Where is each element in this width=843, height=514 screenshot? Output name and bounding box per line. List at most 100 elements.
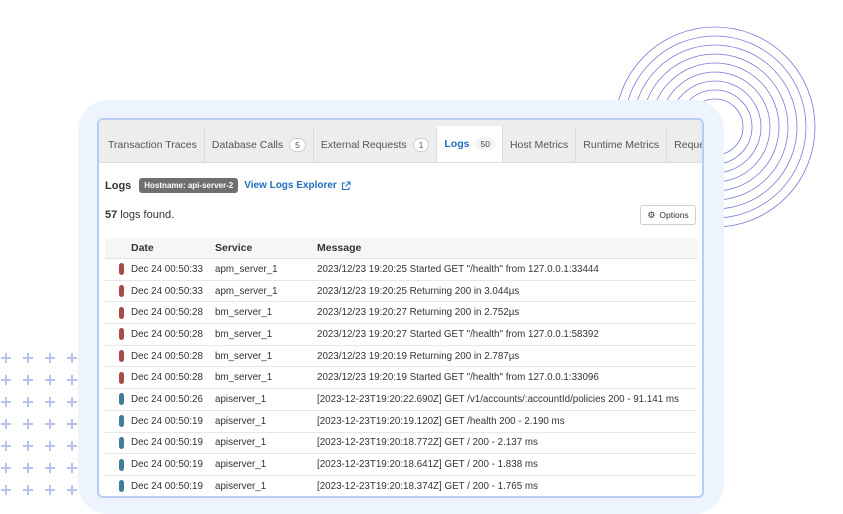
tab-external-requests[interactable]: External Requests 1	[314, 128, 438, 162]
tab-host-metrics[interactable]: Host Metrics	[503, 128, 577, 162]
decorative-plus	[67, 485, 77, 495]
decorative-plus	[1, 397, 11, 407]
table-row[interactable]: Dec 24 00:50:33 apm_server_1 2023/12/23 19…	[105, 281, 697, 303]
logs-table-header: Date Service Message	[105, 238, 697, 259]
column-header-message[interactable]: Message	[317, 242, 697, 254]
log-date: Dec 24 00:50:19	[131, 415, 203, 427]
tab-count-badge: 1	[412, 138, 430, 152]
log-message: 2023/12/23 19:20:25 Started GET "/health…	[317, 263, 599, 275]
table-row[interactable]: Dec 24 00:50:28 bm_server_1 2023/12/23 19:…	[105, 367, 697, 390]
table-row[interactable]: Dec 24 00:50:26 apiserver_1 [2023-12-23T19…	[105, 389, 697, 411]
decorative-plus	[45, 463, 55, 473]
tab-label: External Requests	[320, 139, 407, 151]
log-level-indicator	[118, 480, 124, 493]
tab-logs[interactable]: Logs 50	[437, 126, 503, 162]
tab-runtime-metrics[interactable]: Runtime Metrics	[576, 128, 668, 162]
decorative-plus	[1, 353, 11, 363]
log-level-indicator	[118, 393, 124, 406]
tab-label: Runtime Metrics	[583, 139, 660, 151]
log-message: [2023-12-23T19:20:19.120Z] GET /health 2…	[317, 415, 565, 427]
hostname-badge: Hostname: api-server-2	[139, 178, 239, 193]
log-level-indicator	[118, 436, 124, 449]
decorative-plus	[23, 485, 33, 495]
column-header-date[interactable]: Date	[131, 242, 215, 254]
log-level-indicator	[118, 458, 124, 471]
tab-count-badge: 5	[289, 138, 306, 152]
view-logs-explorer-link[interactable]: View Logs Explorer	[244, 180, 351, 191]
logs-count: 57 logs found.	[105, 209, 174, 221]
decorative-plus	[45, 441, 55, 451]
external-link-icon	[341, 181, 351, 190]
log-date: Dec 24 00:50:26	[131, 393, 203, 405]
decorative-plus	[1, 419, 11, 429]
table-row[interactable]: Dec 24 00:50:33 apm_server_1 2023/12/23 19…	[105, 259, 697, 281]
log-date: Dec 24 00:50:28	[131, 307, 203, 319]
decorative-plus	[1, 375, 11, 385]
log-service: apiserver_1	[215, 459, 267, 471]
log-date: Dec 24 00:50:28	[131, 350, 203, 362]
log-level-indicator	[118, 350, 124, 363]
table-row[interactable]: Dec 24 00:50:19 apiserver_1 [2023-12-23T19…	[105, 476, 697, 496]
column-header-service[interactable]: Service	[215, 242, 317, 254]
table-row[interactable]: Dec 24 00:50:19 apiserver_1 [2023-12-23T19…	[105, 433, 697, 455]
tab-database-calls[interactable]: Database Calls 5	[205, 128, 314, 162]
app-window: Transaction Traces Database Calls 5 Externa…	[97, 118, 704, 498]
log-date: Dec 24 00:50:28	[131, 372, 203, 384]
logs-count-suffix: logs found.	[117, 209, 175, 221]
decorative-plus	[23, 397, 33, 407]
log-level-indicator	[118, 371, 124, 384]
decorative-plus	[67, 419, 77, 429]
log-service: bm_server_1	[215, 372, 273, 384]
decorative-plus	[45, 397, 55, 407]
decorative-plus	[23, 375, 33, 385]
tab-label: Request Details	[674, 139, 704, 151]
log-service: apm_server_1	[215, 285, 278, 297]
options-label: Options	[659, 210, 689, 220]
tab-label: Host Metrics	[509, 139, 569, 151]
log-service: apiserver_1	[215, 480, 267, 492]
logs-header: Logs Hostname: api-server-2 View Logs Ex…	[105, 178, 351, 193]
log-service: bm_server_1	[215, 350, 273, 362]
decorative-plus	[1, 485, 11, 495]
log-message: 2023/12/23 19:20:27 Started GET "/health…	[317, 328, 599, 340]
decorative-plus	[1, 441, 11, 451]
decorative-plus	[67, 463, 77, 473]
tab-count-badge: 50	[475, 138, 495, 150]
log-date: Dec 24 00:50:19	[131, 480, 203, 492]
logs-table-body: Dec 24 00:50:33 apm_server_1 2023/12/23 19…	[105, 259, 697, 496]
options-button[interactable]: ⚙ Options	[640, 205, 696, 225]
log-message: [2023-12-23T19:20:22.690Z] GET /v1/accou…	[317, 393, 679, 405]
table-row[interactable]: Dec 24 00:50:28 bm_server_1 2023/12/23 19:…	[105, 324, 697, 346]
decorative-plus	[45, 375, 55, 385]
table-row[interactable]: Dec 24 00:50:19 apiserver_1 [2023-12-23T19…	[105, 454, 697, 476]
tab-request-details[interactable]: Request Details	[667, 128, 704, 162]
decorative-plus	[67, 397, 77, 407]
tab-bar: Transaction Traces Database Calls 5 Externa…	[99, 120, 702, 163]
table-row[interactable]: Dec 24 00:50:28 bm_server_1 2023/12/23 19:…	[105, 346, 697, 368]
decorative-plus	[23, 353, 33, 363]
logs-title: Logs	[105, 179, 132, 192]
decorative-plus-grid	[1, 353, 77, 495]
log-service: bm_server_1	[215, 328, 273, 340]
log-service: apiserver_1	[215, 437, 267, 449]
table-row[interactable]: Dec 24 00:50:19 apiserver_1 [2023-12-23T19…	[105, 411, 697, 433]
decorative-plus	[23, 419, 33, 429]
tab-transaction-traces[interactable]: Transaction Traces	[101, 128, 205, 162]
log-message: 2023/12/23 19:20:19 Returning 200 in 2.7…	[317, 350, 520, 362]
gear-icon: ⚙	[647, 209, 656, 220]
log-service: bm_server_1	[215, 307, 273, 319]
log-message: 2023/12/23 19:20:19 Started GET "/health…	[317, 372, 599, 384]
decorative-plus	[67, 353, 77, 363]
log-date: Dec 24 00:50:19	[131, 459, 203, 471]
log-message: 2023/12/23 19:20:25 Returning 200 in 3.0…	[317, 285, 520, 297]
table-row[interactable]: Dec 24 00:50:28 bm_server_1 2023/12/23 19:…	[105, 302, 697, 325]
decorative-plus	[67, 375, 77, 385]
decorative-plus	[23, 441, 33, 451]
log-date: Dec 24 00:50:33	[131, 285, 203, 297]
logs-count-number: 57	[105, 209, 118, 221]
log-level-indicator	[118, 306, 124, 319]
decorative-plus	[45, 485, 55, 495]
log-service: apiserver_1	[215, 393, 267, 405]
decorative-plus	[67, 441, 77, 451]
log-level-indicator	[118, 263, 124, 276]
